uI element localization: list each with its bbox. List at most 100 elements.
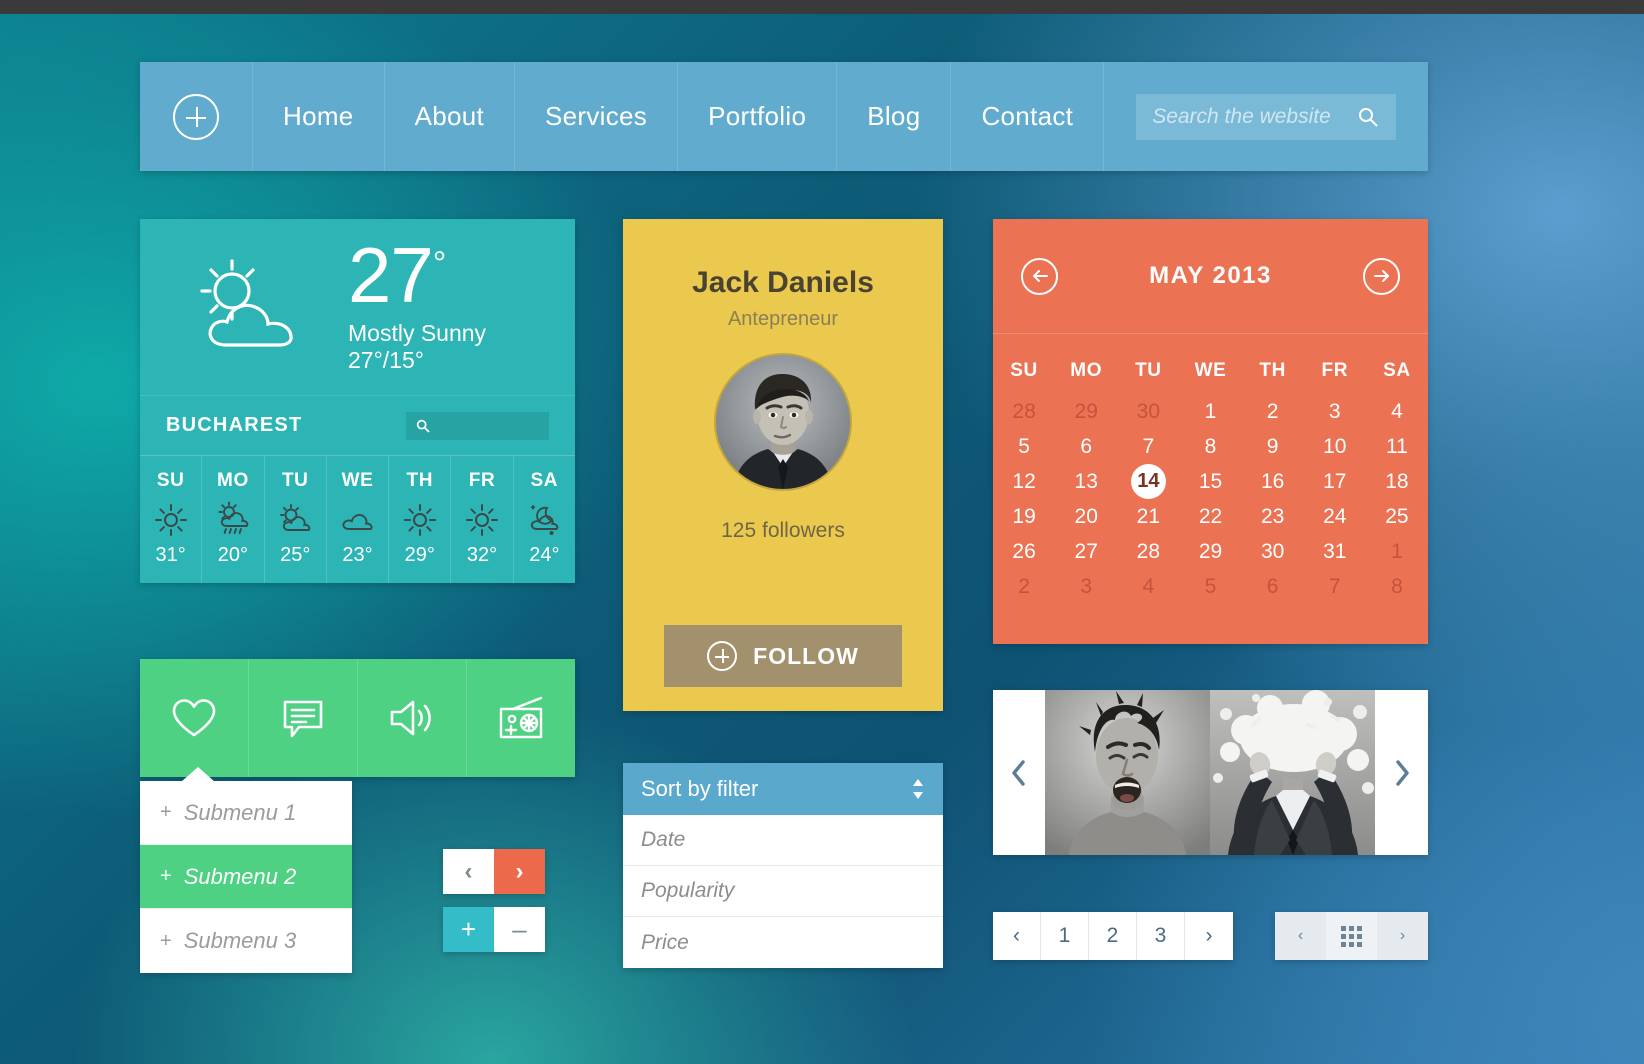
nav-item-about[interactable]: About bbox=[385, 62, 516, 171]
weather-widget: 27° Mostly Sunny 27°/15° BUCHAREST SU 31… bbox=[140, 219, 575, 583]
chevron-right-icon: › bbox=[1399, 927, 1406, 944]
calendar-day[interactable]: 27 bbox=[1055, 534, 1117, 569]
calendar-day[interactable]: 31 bbox=[1304, 534, 1366, 569]
calendar-day[interactable]: 19 bbox=[993, 499, 1055, 534]
calendar-day[interactable]: 11 bbox=[1366, 429, 1428, 464]
gallery-image-2[interactable] bbox=[1210, 690, 1375, 855]
calendar-day[interactable]: 4 bbox=[1366, 394, 1428, 429]
calendar-day[interactable]: 4 bbox=[1117, 569, 1179, 604]
calendar-next-month-button[interactable] bbox=[1363, 257, 1400, 295]
nav-item-contact[interactable]: Contact bbox=[951, 62, 1105, 171]
calendar-day[interactable]: 9 bbox=[1242, 429, 1304, 464]
calendar-day[interactable]: 17 bbox=[1304, 464, 1366, 499]
sort-option-price[interactable]: Price bbox=[623, 917, 943, 968]
submenu-label: Submenu 1 bbox=[183, 799, 297, 825]
calendar-day[interactable]: 15 bbox=[1179, 464, 1241, 499]
submenu-item-3[interactable]: + Submenu 3 bbox=[140, 909, 352, 973]
calendar-day[interactable]: 7 bbox=[1117, 429, 1179, 464]
gallery-next-button[interactable] bbox=[1376, 690, 1428, 855]
calendar-day[interactable]: 28 bbox=[993, 394, 1055, 429]
calendar-day[interactable]: 6 bbox=[1055, 429, 1117, 464]
calendar-day[interactable]: 24 bbox=[1304, 499, 1366, 534]
gallery-image-1[interactable] bbox=[1045, 690, 1210, 855]
calendar-day[interactable]: 1 bbox=[1179, 394, 1241, 429]
calendar-day[interactable]: 7 bbox=[1304, 569, 1366, 604]
calendar-weekday-header: SU MO TU WE TH FR SA bbox=[993, 333, 1428, 382]
sort-filter-header[interactable]: Sort by filter bbox=[623, 763, 943, 815]
calendar-day[interactable]: 10 bbox=[1304, 429, 1366, 464]
weekday-label: MO bbox=[1070, 360, 1103, 381]
view-next-button[interactable]: › bbox=[1377, 912, 1428, 960]
minus-icon: – bbox=[512, 914, 527, 944]
next-button[interactable]: › bbox=[494, 849, 545, 894]
calendar-day[interactable]: 25 bbox=[1366, 499, 1428, 534]
grid-view-button[interactable] bbox=[1326, 912, 1377, 960]
nav-item-home[interactable]: Home bbox=[253, 62, 385, 171]
search-input[interactable]: Search the website bbox=[1136, 93, 1396, 140]
pagination-prev-button[interactable]: ‹ bbox=[993, 912, 1041, 960]
toolbar-item-radio[interactable] bbox=[467, 659, 575, 777]
pagination-next-button[interactable]: › bbox=[1185, 912, 1233, 960]
calendar-day[interactable]: 8 bbox=[1179, 429, 1241, 464]
calendar-day[interactable]: 26 bbox=[993, 534, 1055, 569]
calendar-day[interactable]: 23 bbox=[1242, 499, 1304, 534]
calendar-day[interactable]: 12 bbox=[993, 464, 1055, 499]
forecast-temp: 23° bbox=[342, 544, 373, 566]
calendar-day[interactable]: 3 bbox=[1055, 569, 1117, 604]
calendar-day[interactable]: 30 bbox=[1242, 534, 1304, 569]
chevron-left-icon: ‹ bbox=[1013, 924, 1020, 947]
calendar-day[interactable]: 6 bbox=[1242, 569, 1304, 604]
calendar-day[interactable]: 29 bbox=[1055, 394, 1117, 429]
calendar-day[interactable]: 13 bbox=[1055, 464, 1117, 499]
follow-button[interactable]: FOLLOW bbox=[664, 625, 902, 687]
nav-label: Contact bbox=[981, 101, 1074, 131]
weather-condition-icon bbox=[166, 253, 346, 361]
sort-option-popularity[interactable]: Popularity bbox=[623, 866, 943, 917]
calendar-day[interactable]: 21 bbox=[1117, 499, 1179, 534]
calendar-day[interactable]: 28 bbox=[1117, 534, 1179, 569]
calendar-day[interactable]: 2 bbox=[993, 569, 1055, 604]
calendar-prev-month-button[interactable] bbox=[1021, 257, 1058, 295]
pagination-page-2[interactable]: 2 bbox=[1089, 912, 1137, 960]
submenu-dropdown: + Submenu 1 + Submenu 2 + Submenu 3 bbox=[140, 767, 352, 973]
decrement-button[interactable]: – bbox=[494, 907, 545, 952]
view-prev-button[interactable]: ‹ bbox=[1275, 912, 1326, 960]
toolbar-item-favorites[interactable] bbox=[140, 659, 249, 777]
calendar-day[interactable]: 30 bbox=[1117, 394, 1179, 429]
calendar-day-number: 22 bbox=[1198, 504, 1223, 528]
calendar-day[interactable]: 3 bbox=[1304, 394, 1366, 429]
calendar-day[interactable]: 20 bbox=[1055, 499, 1117, 534]
submenu-item-1[interactable]: + Submenu 1 bbox=[140, 781, 352, 845]
calendar-day[interactable]: 1 bbox=[1366, 534, 1428, 569]
toolbar-item-sound[interactable] bbox=[358, 659, 467, 777]
calendar-day[interactable]: 5 bbox=[993, 429, 1055, 464]
calendar-day[interactable]: 2 bbox=[1242, 394, 1304, 429]
nav-add-button[interactable] bbox=[140, 62, 253, 171]
calendar-day[interactable]: 18 bbox=[1366, 464, 1428, 499]
plus-minus-control: + – bbox=[443, 907, 545, 952]
nav-item-portfolio[interactable]: Portfolio bbox=[678, 62, 838, 171]
weather-search-input[interactable] bbox=[406, 411, 549, 440]
nav-item-services[interactable]: Services bbox=[515, 62, 679, 171]
toolbar-item-comments[interactable] bbox=[249, 659, 358, 777]
calendar-day[interactable]: 8 bbox=[1366, 569, 1428, 604]
calendar-day[interactable]: 5 bbox=[1179, 569, 1241, 604]
calendar-day[interactable]: 16 bbox=[1242, 464, 1304, 499]
forecast-temp: 25° bbox=[280, 544, 311, 566]
radio-icon bbox=[495, 695, 547, 741]
submenu-label: Submenu 2 bbox=[183, 863, 297, 889]
increment-button[interactable]: + bbox=[443, 907, 494, 952]
calendar-day-selected[interactable]: 14 bbox=[1117, 464, 1179, 499]
pagination-page-3[interactable]: 3 bbox=[1137, 912, 1185, 960]
nav-item-blog[interactable]: Blog bbox=[837, 62, 952, 171]
calendar-day-number: 28 bbox=[1012, 399, 1036, 423]
pagination-page-1[interactable]: 1 bbox=[1041, 912, 1089, 960]
gallery-prev-button[interactable] bbox=[993, 690, 1045, 855]
calendar-day-number: 1 bbox=[1204, 399, 1217, 423]
submenu-item-2[interactable]: + Submenu 2 bbox=[140, 845, 352, 909]
calendar-day[interactable]: 22 bbox=[1179, 499, 1241, 534]
weekday-label: TH bbox=[1259, 360, 1286, 381]
sort-option-date[interactable]: Date bbox=[623, 815, 943, 866]
prev-button[interactable]: ‹ bbox=[443, 849, 494, 894]
calendar-day[interactable]: 29 bbox=[1179, 534, 1241, 569]
